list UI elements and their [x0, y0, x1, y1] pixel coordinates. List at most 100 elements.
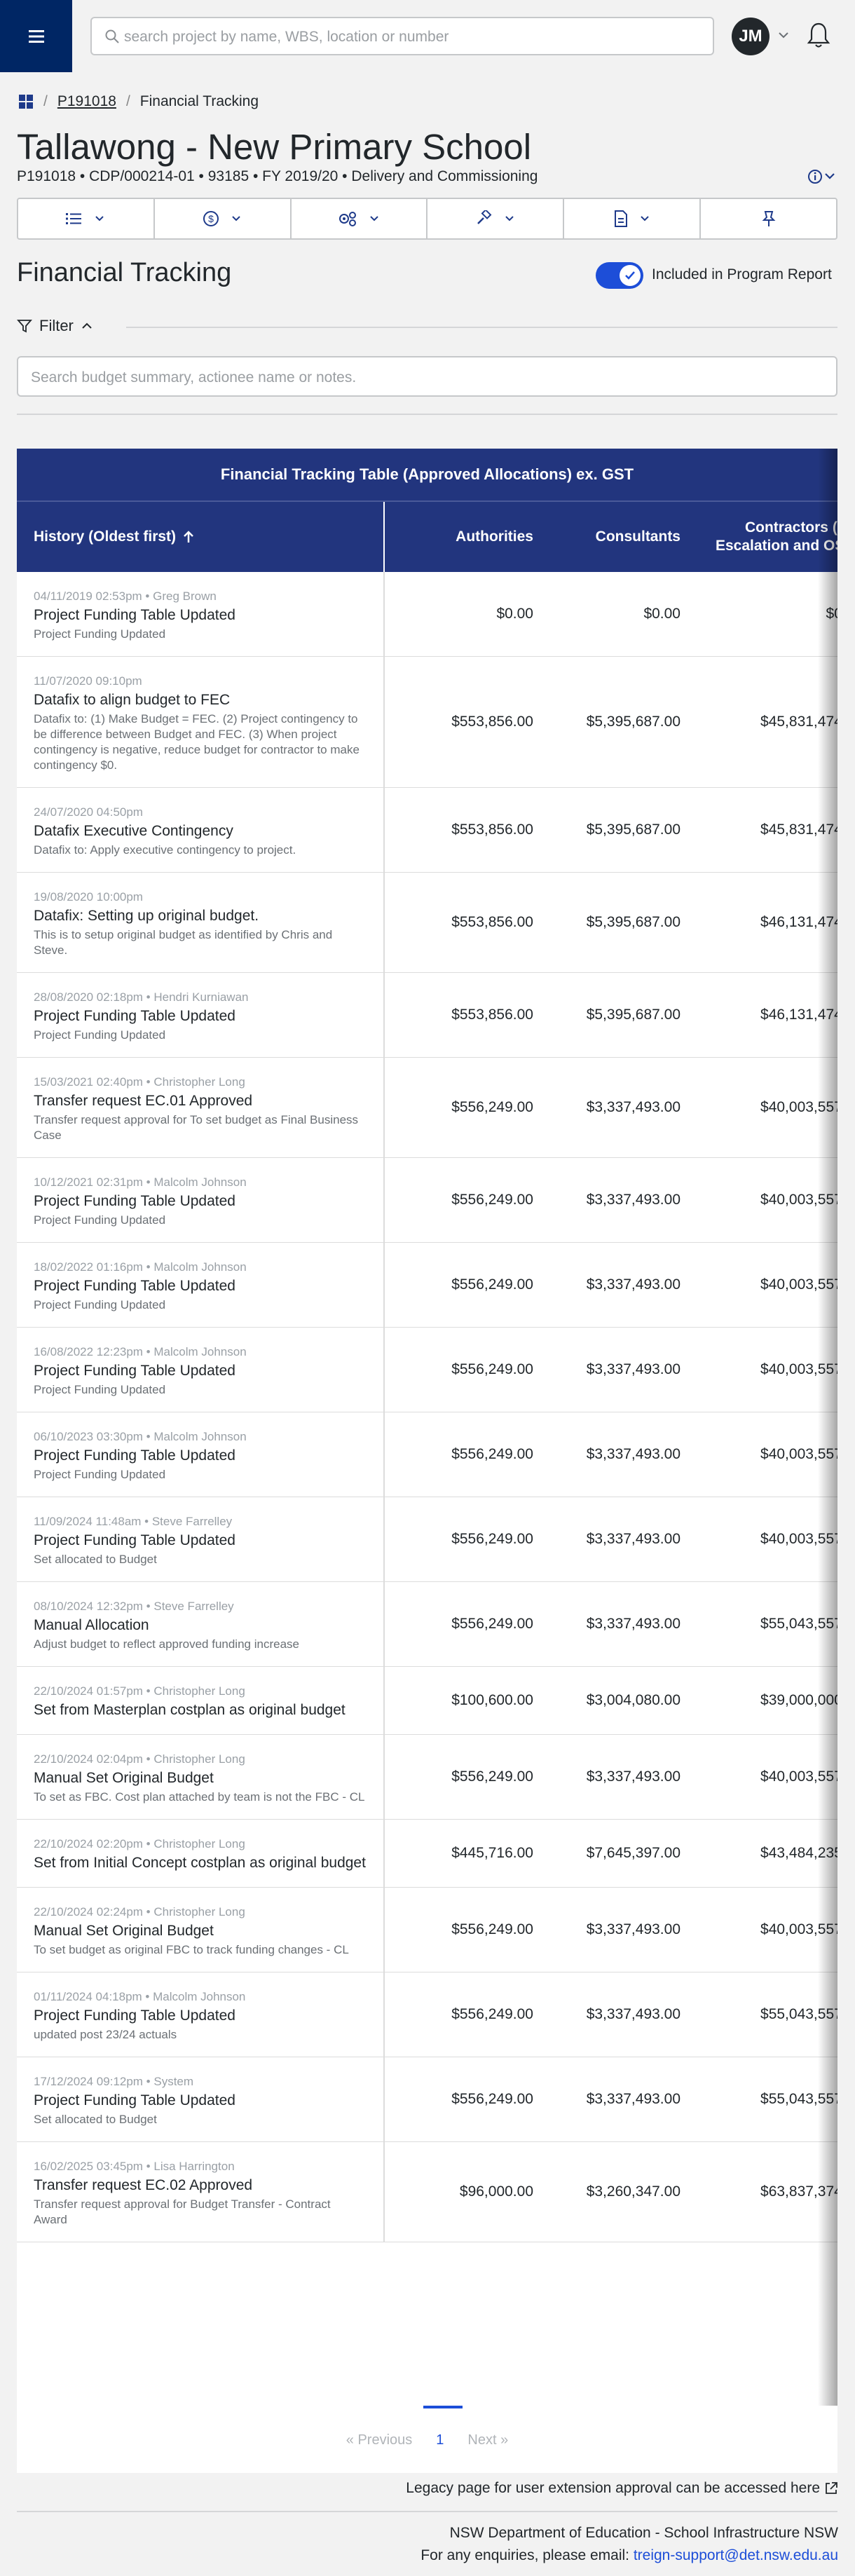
list-icon — [66, 213, 82, 224]
top-bar: JM — [0, 0, 855, 72]
authorities-cell: $556,249.00 — [451, 1531, 533, 1547]
toolbar-finance-dropdown[interactable]: $ — [155, 199, 292, 238]
hamburger-icon — [28, 29, 44, 43]
table-row: 15/03/2021 02:40pm • Christopher Long Tra… — [17, 1058, 837, 1158]
history-cell: 11/09/2024 11:48am • Steve Farrelley Proj… — [17, 1497, 385, 1581]
project-search-input[interactable] — [123, 24, 700, 50]
toolbar-legal-dropdown[interactable] — [427, 199, 565, 238]
breadcrumb-project-link[interactable]: P191018 — [57, 93, 116, 110]
filter-label: Filter — [39, 317, 74, 334]
toolbar-pin-button[interactable] — [701, 199, 836, 238]
contractors-cell: $45,831,474.00 — [760, 822, 837, 838]
footer-org: NSW Department of Education - School Inf… — [449, 2525, 838, 2541]
consultants-cell: $3,337,493.00 — [586, 2006, 680, 2022]
row-meta: 28/08/2020 02:18pm • Hendri Kurniawan — [34, 990, 249, 1004]
bell-icon[interactable] — [807, 21, 830, 49]
table-row: 22/10/2024 02:04pm • Christopher Long Man… — [17, 1735, 837, 1820]
row-meta: 15/03/2021 02:40pm • Christopher Long — [34, 1075, 245, 1089]
row-note: Project Funding Updated — [34, 1383, 166, 1396]
row-meta: 06/10/2023 03:30pm • Malcolm Johnson — [34, 1430, 247, 1443]
contractors-cell: $40,003,557.00 — [760, 1192, 837, 1208]
contractors-cell: $40,003,557.00 — [760, 1276, 837, 1293]
table-row: 17/12/2024 09:12pm • System Project Fundi… — [17, 2057, 837, 2142]
contractors-cell: $40,003,557.00 — [760, 1531, 837, 1547]
chevron-down-icon — [641, 216, 649, 222]
authorities-cell: $0.00 — [496, 606, 533, 622]
contractors-cell: $43,484,235.00 — [760, 1845, 837, 1861]
budget-search[interactable] — [17, 356, 837, 397]
row-meta: 08/10/2024 12:32pm • Steve Farrelley — [34, 1600, 234, 1613]
table-row: 10/12/2021 02:31pm • Malcolm Johnson Proj… — [17, 1158, 837, 1243]
contractors-cell: $45,831,474.00 — [760, 714, 837, 730]
toolbar-list-dropdown[interactable] — [18, 199, 155, 238]
history-cell: 16/02/2025 03:45pm • Lisa Harrington Tran… — [17, 2142, 385, 2242]
table-row: 01/11/2024 04:18pm • Malcolm Johnson Proj… — [17, 1972, 837, 2057]
row-meta: 19/08/2020 10:00pm — [34, 890, 143, 904]
table-row: 08/10/2024 12:32pm • Steve Farrelley Manu… — [17, 1582, 837, 1667]
legacy-link[interactable]: Legacy page for user extension approval … — [406, 2480, 838, 2497]
history-cell: 19/08/2020 10:00pm Datafix: Setting up or… — [17, 873, 385, 972]
row-title: Datafix to align budget to FEC — [34, 692, 231, 708]
consultants-cell: $3,337,493.00 — [586, 1361, 680, 1377]
project-search[interactable] — [90, 17, 714, 55]
pagination: « Previous 1 Next » — [17, 2406, 837, 2473]
footer-enquiry: For any enquiries, please email: treign-… — [420, 2547, 838, 2564]
contractors-cell: $46,131,474.00 — [760, 1007, 837, 1023]
program-report-toggle[interactable] — [596, 262, 643, 289]
authorities-cell: $556,249.00 — [451, 1446, 533, 1462]
history-column-header[interactable]: History (Oldest first) — [17, 502, 385, 572]
pagination-current-page[interactable]: 1 — [423, 2406, 463, 2448]
menu-button[interactable] — [0, 0, 72, 72]
chevron-up-icon — [82, 322, 92, 329]
chevron-down-icon[interactable] — [777, 28, 791, 42]
pin-icon — [762, 211, 775, 226]
authorities-cell: $553,856.00 — [451, 914, 533, 930]
consultants-cell: $5,395,687.00 — [586, 914, 680, 930]
row-note: Datafix to: (1) Make Budget = FEC. (2) P… — [34, 712, 360, 772]
toolbar-settings-dropdown[interactable] — [292, 199, 428, 238]
external-link-icon — [826, 2482, 837, 2494]
row-title: Project Funding Table Updated — [34, 1008, 235, 1024]
history-cell: 22/10/2024 02:04pm • Christopher Long Man… — [17, 1735, 385, 1819]
pagination-next[interactable]: Next » — [467, 2432, 508, 2448]
budget-search-input[interactable] — [29, 364, 817, 391]
row-note: Project Funding Updated — [34, 1298, 166, 1311]
filter-toggle[interactable]: Filter — [17, 317, 93, 335]
table-row: 11/07/2020 09:10pm Datafix to align budge… — [17, 657, 837, 788]
user-avatar[interactable]: JM — [732, 18, 769, 55]
history-cell: 04/11/2019 02:53pm • Greg Brown Project F… — [17, 572, 385, 656]
row-title: Project Funding Table Updated — [34, 2008, 235, 2024]
authorities-cell: $556,249.00 — [451, 1276, 533, 1293]
pagination-previous[interactable]: « Previous — [346, 2432, 413, 2448]
project-title: Tallawong - New Primary School — [17, 127, 532, 167]
row-note: Transfer request approval for To set bud… — [34, 1113, 359, 1142]
chevron-down-icon — [95, 216, 104, 222]
contractors-cell: $40,003,557.00 — [760, 1446, 837, 1462]
authorities-cell: $100,600.00 — [451, 1692, 533, 1708]
search-icon — [105, 29, 119, 43]
authorities-cell: $556,249.00 — [451, 1192, 533, 1208]
history-cell: 22/10/2024 02:24pm • Christopher Long Man… — [17, 1888, 385, 1972]
row-meta: 10/12/2021 02:31pm • Malcolm Johnson — [34, 1175, 247, 1189]
svg-text:$: $ — [208, 213, 214, 224]
authorities-cell: $96,000.00 — [459, 2183, 533, 2200]
grid-home-icon[interactable] — [18, 94, 34, 109]
contractors-cell: $55,043,557.00 — [760, 2006, 837, 2022]
authorities-cell: $556,249.00 — [451, 2091, 533, 2107]
table-row: 22/10/2024 02:24pm • Christopher Long Man… — [17, 1888, 837, 1972]
toolbar-documents-dropdown[interactable] — [564, 199, 702, 238]
support-email-link[interactable]: treign-support@det.nsw.edu.au — [634, 2547, 838, 2563]
row-title: Project Funding Table Updated — [34, 1532, 235, 1548]
table-row: 22/10/2024 02:20pm • Christopher Long Set… — [17, 1820, 837, 1888]
toggle-label: Included in Program Report — [652, 266, 832, 282]
table-row: 28/08/2020 02:18pm • Hendri Kurniawan Pro… — [17, 973, 837, 1058]
consultants-cell: $0.00 — [643, 606, 680, 622]
consultants-cell: $5,395,687.00 — [586, 714, 680, 730]
row-title: Project Funding Table Updated — [34, 1363, 235, 1379]
history-cell: 18/02/2022 01:16pm • Malcolm Johnson Proj… — [17, 1243, 385, 1327]
row-title: Project Funding Table Updated — [34, 607, 235, 623]
history-cell: 01/11/2024 04:18pm • Malcolm Johnson Proj… — [17, 1972, 385, 2057]
contractors-column-header: Contractors (inc. Escalation and OSI) ( — [715, 519, 837, 554]
info-toggle-icon[interactable] — [806, 167, 838, 186]
row-meta: 22/10/2024 02:20pm • Christopher Long — [34, 1837, 245, 1851]
